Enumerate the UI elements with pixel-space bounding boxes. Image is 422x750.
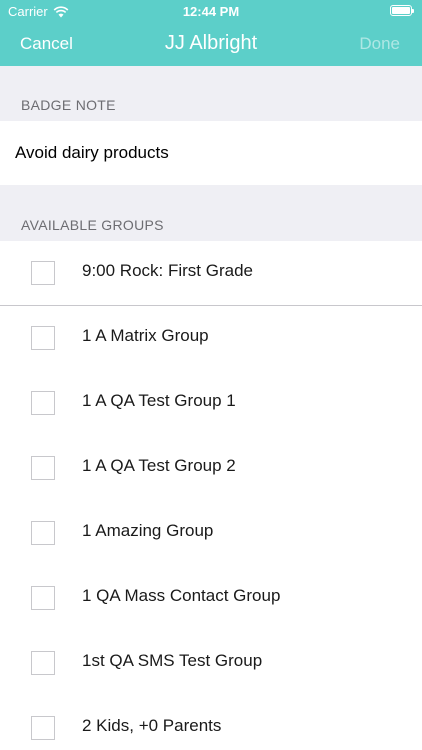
checkbox[interactable] xyxy=(31,716,55,740)
group-label: 1st QA SMS Test Group xyxy=(82,651,263,670)
cancel-button[interactable]: Cancel xyxy=(20,34,73,54)
group-row[interactable]: 1 A QA Test Group 1 xyxy=(0,371,422,436)
checkbox[interactable] xyxy=(31,456,55,480)
group-label: 1 A QA Test Group 2 xyxy=(82,456,236,475)
status-time: 12:44 PM xyxy=(182,4,240,19)
battery-level xyxy=(392,7,410,14)
header: Carrier 12:44 PM Cancel JJ Albright Done xyxy=(0,0,422,66)
group-row[interactable]: 9:00 Rock: First Grade xyxy=(0,241,422,306)
group-label: 1 A Matrix Group xyxy=(82,326,209,345)
group-label: 1 Amazing Group xyxy=(82,521,214,540)
checkbox[interactable] xyxy=(31,261,55,285)
groups-list: 9:00 Rock: First Grade 1 A Matrix Group … xyxy=(0,241,422,750)
checkbox[interactable] xyxy=(31,391,55,415)
checkbox[interactable] xyxy=(31,521,55,545)
badge-note-field[interactable]: Avoid dairy products xyxy=(0,121,422,185)
checkbox[interactable] xyxy=(31,326,55,350)
group-label: 1 A QA Test Group 1 xyxy=(82,391,236,410)
group-row[interactable]: 1 QA Mass Contact Group xyxy=(0,566,422,631)
group-row[interactable]: 1st QA SMS Test Group xyxy=(0,631,422,696)
group-row[interactable]: 1 A Matrix Group xyxy=(0,306,422,371)
checkbox[interactable] xyxy=(31,651,55,675)
available-groups-header: AVAILABLE GROUPS xyxy=(21,217,164,233)
group-label: 2 Kids, +0 Parents xyxy=(82,716,222,735)
badge-note-text: Avoid dairy products xyxy=(15,143,169,162)
group-row[interactable]: 1 Amazing Group xyxy=(0,501,422,566)
group-label: 9:00 Rock: First Grade xyxy=(82,261,254,280)
group-row[interactable]: 1 A QA Test Group 2 xyxy=(0,436,422,501)
done-button[interactable]: Done xyxy=(359,34,400,54)
checkbox[interactable] xyxy=(31,586,55,610)
status-bar: Carrier 12:44 PM xyxy=(0,0,422,22)
badge-note-header: BADGE NOTE xyxy=(21,97,116,113)
nav-bar: Cancel JJ Albright Done xyxy=(0,22,422,66)
group-label: 1 QA Mass Contact Group xyxy=(82,586,281,605)
group-row[interactable]: 2 Kids, +0 Parents xyxy=(0,696,422,750)
battery-icon xyxy=(390,5,414,16)
